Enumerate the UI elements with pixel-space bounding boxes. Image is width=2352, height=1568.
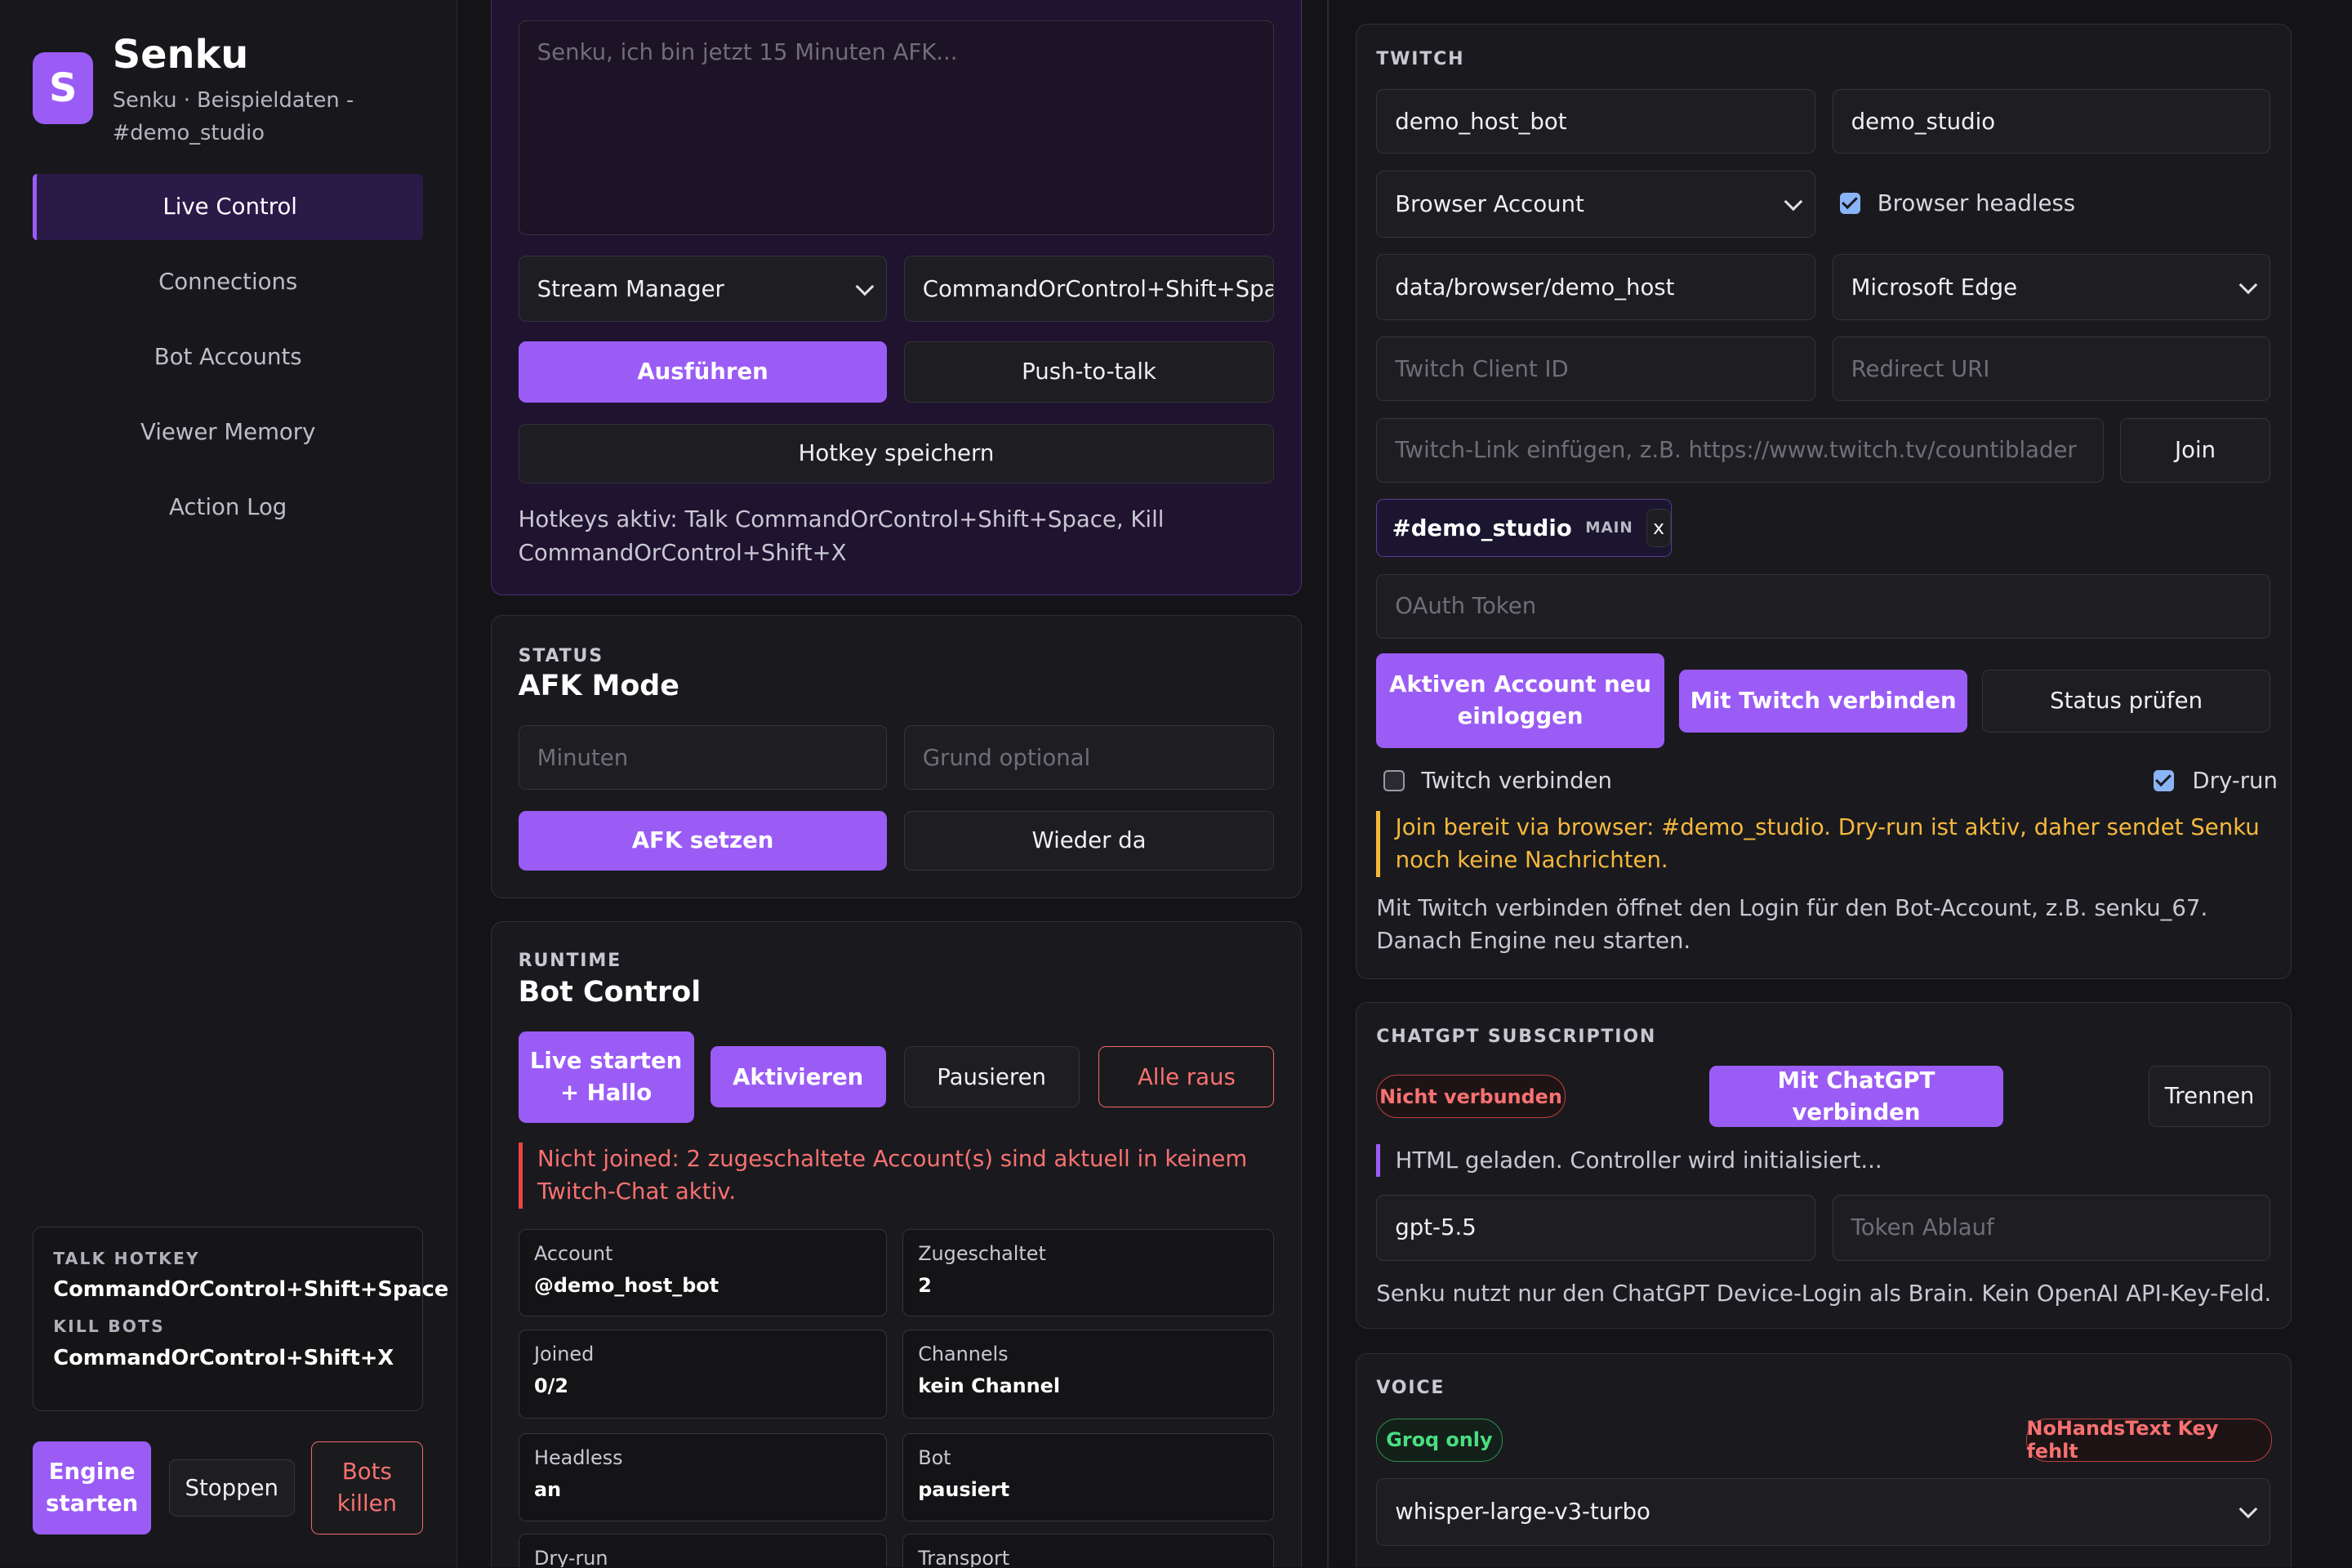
save-hotkey-button[interactable]: Hotkey speichern (518, 423, 1275, 484)
nav-item-viewer-memory[interactable]: Viewer Memory (33, 399, 423, 466)
back-button[interactable]: Wieder da (903, 810, 1275, 871)
kill-bots-value: CommandOrControl+Shift+X (53, 1345, 394, 1370)
engine-stop-button[interactable]: Stoppen (168, 1459, 295, 1517)
runtime-label: RUNTIME (518, 950, 621, 971)
headless-checkbox[interactable] (1839, 193, 1861, 214)
connect-twitch-button[interactable]: Mit Twitch verbinden (1679, 670, 1967, 733)
profile-path-input[interactable]: data/browser/demo_host (1376, 254, 1816, 321)
nohands-key-missing-pill: NoHandsText Key fehlt (2025, 1417, 2272, 1463)
client-id-input[interactable]: Twitch Client ID (1376, 336, 1816, 402)
chatgpt-panel: CHATGPT SUBSCRIPTION Nicht verbunden Mit… (1356, 1001, 2292, 1330)
check-status-button[interactable]: Status prüfen (1982, 670, 2270, 733)
stat-joined: Joined 0/2 (518, 1330, 888, 1419)
chatgpt-info-text: Senku nutzt nur den ChatGPT Device-Login… (1376, 1281, 2272, 1307)
channel-chip-remove-button[interactable]: x (1646, 508, 1672, 548)
app-title: Senku (112, 33, 249, 78)
kill-bots-button[interactable]: Bots killen (310, 1441, 423, 1535)
nav-item-action-log[interactable]: Action Log (33, 474, 423, 540)
reason-input[interactable]: Grund optional (903, 725, 1275, 791)
chatgpt-log: HTML geladen. Controller wird initialisi… (1376, 1143, 1882, 1177)
twitch-info-text: Mit Twitch verbinden öffnet den Login fü… (1376, 894, 2208, 955)
kill-bots-label: KILL BOTS (53, 1316, 165, 1337)
hotkey-summary: TALK HOTKEY CommandOrControl+Shift+Space… (33, 1227, 449, 1412)
dry-run-label: Dry-run (2192, 767, 2278, 794)
nav-item-bot-accounts[interactable]: Bot Accounts (33, 324, 423, 390)
stat-zugeschaltet: Zugeschaltet 2 (902, 1229, 1275, 1316)
channel-chip-name: #demo_studio (1392, 514, 1572, 541)
column-divider (1327, 0, 1330, 1568)
app-logo: S (33, 52, 93, 125)
sidebar: S Senku Senku · Beispieldaten - #demo_st… (0, 0, 458, 1568)
runtime-title: Bot Control (518, 975, 702, 1009)
channel-chip-tag: MAIN (1585, 519, 1633, 537)
twitch-connect-label: Twitch verbinden (1421, 767, 1613, 794)
brand: S Senku Senku · Beispieldaten - #demo_st… (33, 33, 382, 149)
channel-chip: #demo_studio MAIN x (1376, 498, 1673, 558)
set-afk-button[interactable]: AFK setzen (518, 810, 888, 871)
stat-dry-run: Dry-run (518, 1534, 888, 1568)
join-ready-warning: Join bereit via browser: #demo_studio. D… (1376, 810, 2261, 877)
disconnect-chatgpt-button[interactable]: Trennen (2149, 1066, 2270, 1128)
stat-transport: Transport (902, 1534, 1275, 1568)
twitch-label: TWITCH (1376, 48, 1465, 69)
runtime-panel: RUNTIME Bot Control Live starten + Hallo… (490, 920, 1303, 1568)
voice-panel: VOICE Groq only NoHandsText Key fehlt wh… (1356, 1352, 2292, 1568)
voice-label: VOICE (1376, 1378, 1446, 1399)
account-type-select[interactable]: Browser Account (1376, 170, 1816, 238)
twitch-link-input[interactable]: Twitch-Link einfügen, z.B. https://www.t… (1376, 417, 2105, 483)
browser-select[interactable]: Microsoft Edge (1832, 254, 2270, 321)
pause-button[interactable]: Pausieren (903, 1046, 1080, 1108)
connect-chatgpt-button[interactable]: Mit ChatGPT verbinden (1708, 1066, 2003, 1128)
headless-label: Browser headless (1877, 189, 2076, 216)
chatgpt-label: CHATGPT SUBSCRIPTION (1376, 1027, 1657, 1048)
model-input[interactable]: gpt-5.5 (1376, 1195, 1816, 1261)
start-live-button[interactable]: Live starten + Hallo (518, 1031, 694, 1123)
target-select[interactable]: Stream Manager (518, 256, 888, 323)
app-subtitle: Senku · Beispieldaten - #demo_studio (112, 87, 354, 146)
app-window: S Senku Senku · Beispieldaten - #demo_st… (0, 0, 2352, 1568)
command-textarea[interactable]: Senku, ich bin jetzt 15 Minuten AFK... (518, 20, 1275, 235)
all-out-button[interactable]: Alle raus (1098, 1046, 1275, 1108)
stat-account: Account @demo_host_bot (518, 1229, 888, 1316)
stat-headless: Headless an (518, 1433, 888, 1522)
redirect-uri-input[interactable]: Redirect URI (1832, 336, 2270, 402)
stat-channels: Channels kein Channel (902, 1330, 1275, 1419)
status-title: AFK Mode (518, 670, 679, 703)
engine-start-button[interactable]: Engine starten (33, 1441, 151, 1535)
talk-hotkey-value: CommandOrControl+Shift+Space (53, 1277, 449, 1303)
bot-name-input[interactable]: demo_host_bot (1376, 89, 1816, 154)
twitch-connect-checkbox[interactable] (1383, 770, 1405, 791)
nav-item-connections[interactable]: Connections (33, 249, 423, 315)
twitch-panel: TWITCH demo_host_bot demo_studio Browser… (1356, 24, 2292, 980)
nav-item-live-control[interactable]: Live Control (33, 174, 423, 240)
engine-controls: Engine starten Stoppen Bots killen (33, 1441, 423, 1535)
status-label: STATUS (518, 645, 604, 666)
oauth-token-input[interactable]: OAuth Token (1376, 573, 2270, 639)
talk-hotkey-label: TALK HOTKEY (53, 1249, 200, 1269)
minutes-input[interactable]: Minuten (518, 725, 888, 791)
push-to-talk-button[interactable]: Push-to-talk (903, 341, 1275, 403)
whisper-model-select[interactable]: whisper-large-v3-turbo (1376, 1478, 2270, 1546)
sidebar-nav: Live Control Connections Bot Accounts Vi… (33, 174, 423, 549)
stat-bot: Bot pausiert (902, 1433, 1275, 1522)
status-panel: STATUS AFK Mode Minuten Grund optional A… (490, 615, 1303, 899)
join-button[interactable]: Join (2120, 417, 2270, 483)
chatgpt-status-pill: Nicht verbunden (1376, 1075, 1566, 1119)
groq-only-pill: Groq only (1376, 1418, 1503, 1462)
hotkeys-active-text: Hotkeys aktiv: Talk CommandOrControl+Shi… (518, 506, 1165, 566)
runtime-warning: Nicht joined: 2 zugeschaltete Account(s)… (518, 1142, 1268, 1209)
relogin-button[interactable]: Aktiven Account neu einloggen (1376, 653, 1664, 748)
run-button[interactable]: Ausführen (518, 341, 888, 403)
command-panel: Senku, ich bin jetzt 15 Minuten AFK... S… (490, 0, 1303, 596)
channel-input[interactable]: demo_studio (1832, 89, 2270, 154)
activate-button[interactable]: Aktivieren (710, 1046, 886, 1108)
token-expiry-input[interactable]: Token Ablauf (1832, 1195, 2270, 1261)
hotkey-input[interactable]: CommandOrControl+Shift+Space (903, 256, 1275, 323)
dry-run-checkbox[interactable] (2153, 770, 2175, 791)
